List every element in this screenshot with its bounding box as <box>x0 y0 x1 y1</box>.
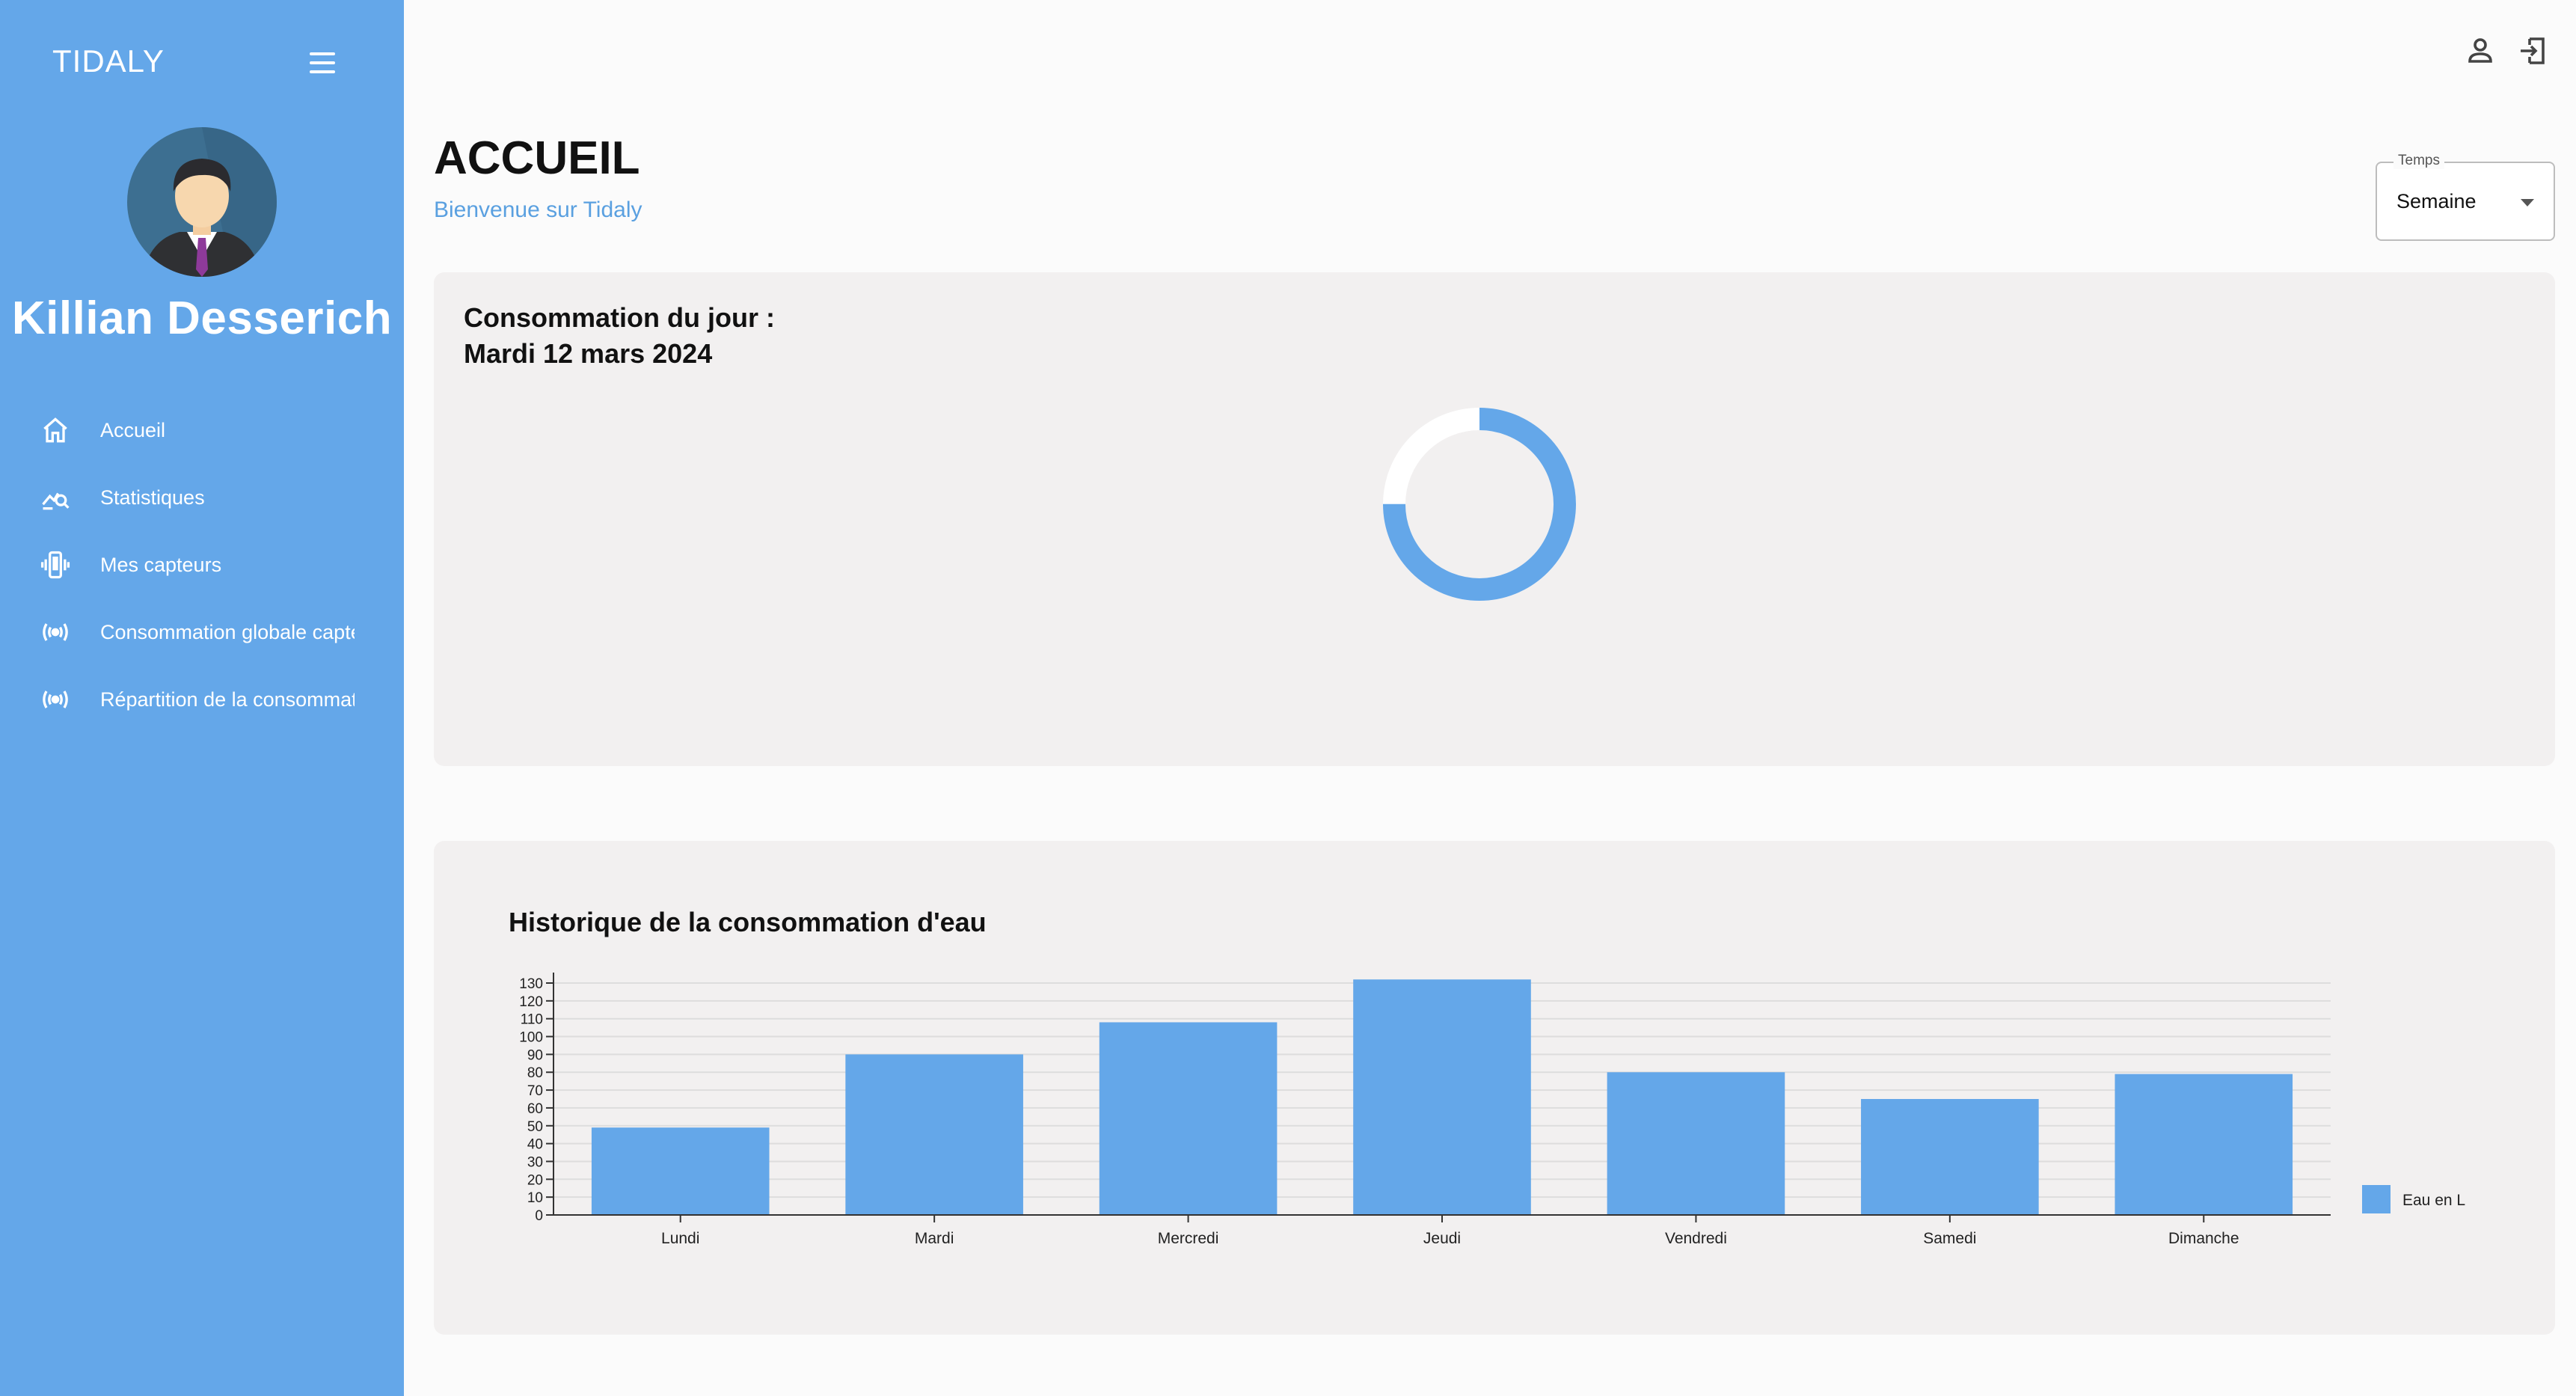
x-tick-label: Samedi <box>1923 1230 1976 1247</box>
logout-icon[interactable] <box>2515 33 2551 69</box>
y-tick-label: 90 <box>527 1047 543 1063</box>
y-tick-label: 60 <box>527 1101 543 1117</box>
sidebar-item-mes-capteurs[interactable]: Mes capteurs <box>0 531 404 598</box>
user-name: Killian Desserich <box>11 293 393 344</box>
bar <box>1353 979 1531 1215</box>
x-tick-label: Jeudi <box>1423 1230 1461 1247</box>
sidebar: TIDALY Killian Desserich Accueil Statist… <box>0 0 404 1396</box>
history-card: Historique de la consommation d'eau 0 10 2… <box>434 841 2555 1335</box>
y-tick-label: 100 <box>519 1030 543 1046</box>
chart-search-icon <box>42 492 70 510</box>
sidebar-item-consommation-globale[interactable]: Consommation globale capteurs <box>0 598 404 666</box>
y-tick-label: 40 <box>527 1137 543 1153</box>
sidebar-item-label: Mes capteurs <box>100 553 222 576</box>
bar <box>1607 1072 1785 1215</box>
sidebar-item-statistiques[interactable]: Statistiques <box>0 464 404 531</box>
x-tick-label: Lundi <box>661 1230 699 1247</box>
x-tick-label: Vendredi <box>1665 1230 1727 1247</box>
menu-icon[interactable] <box>310 52 335 73</box>
chevron-down-icon <box>2521 199 2534 206</box>
y-tick-label: 50 <box>527 1119 543 1135</box>
y-tick-label: 80 <box>527 1065 543 1081</box>
vibrating-phone-icon <box>40 551 70 579</box>
daily-donut-chart <box>1383 408 1576 601</box>
sidebar-item-label: Consommation globale capteurs <box>100 620 355 643</box>
bar <box>845 1054 1023 1215</box>
broadcast-icon <box>43 691 68 708</box>
y-tick-label: 110 <box>521 1012 543 1028</box>
y-tick-label: 30 <box>527 1154 543 1170</box>
x-tick-label: Dimanche <box>2168 1230 2239 1247</box>
history-bar-chart: 0 10 20 3040 50 60 70 80 90100 110 120 130 Lundi Mard… <box>519 973 2465 1247</box>
brand-logo[interactable]: TIDALY <box>52 43 165 79</box>
daily-consumption-card: Consommation du jour : Mardi 12 mars 202… <box>434 272 2555 766</box>
legend-swatch <box>2362 1185 2391 1213</box>
avatar <box>127 127 277 277</box>
bar <box>2115 1074 2293 1215</box>
home-icon <box>43 417 67 443</box>
select-value: Semaine <box>2396 190 2477 212</box>
y-tick-label: 0 <box>535 1208 543 1224</box>
bar <box>1861 1099 2039 1215</box>
legend-label: Eau en L <box>2402 1192 2465 1209</box>
page-title: ACCUEIL <box>434 132 640 184</box>
time-period-select[interactable]: Temps Semaine <box>2376 153 2555 241</box>
bar <box>591 1127 770 1215</box>
sidebar-item-repartition[interactable]: Répartition de la consommation <box>0 666 404 733</box>
account-icon[interactable] <box>2462 33 2498 69</box>
sidebar-item-label: Répartition de la consommation <box>100 688 355 711</box>
x-tick-label: Mercredi <box>1158 1230 1219 1247</box>
sidebar-item-label: Statistiques <box>100 486 205 509</box>
sidebar-item-label: Accueil <box>100 418 166 441</box>
y-tick-label: 70 <box>527 1083 543 1099</box>
y-tick-label: 20 <box>527 1172 543 1188</box>
daily-title: Consommation du jour : <box>464 302 775 333</box>
x-tick-label: Mardi <box>915 1230 954 1247</box>
broadcast-icon <box>43 623 68 641</box>
select-label: Temps <box>2393 153 2444 169</box>
bar <box>1099 1022 1278 1215</box>
y-tick-label: 10 <box>527 1190 543 1206</box>
daily-date: Mardi 12 mars 2024 <box>464 338 713 369</box>
sidebar-item-accueil[interactable]: Accueil <box>0 397 404 464</box>
sidebar-nav: Accueil Statistiques Mes capteurs Consom… <box>0 397 404 733</box>
page-subtitle: Bienvenue sur Tidaly <box>434 198 643 222</box>
y-tick-label: 130 <box>519 976 543 992</box>
y-tick-label: 120 <box>519 994 543 1010</box>
